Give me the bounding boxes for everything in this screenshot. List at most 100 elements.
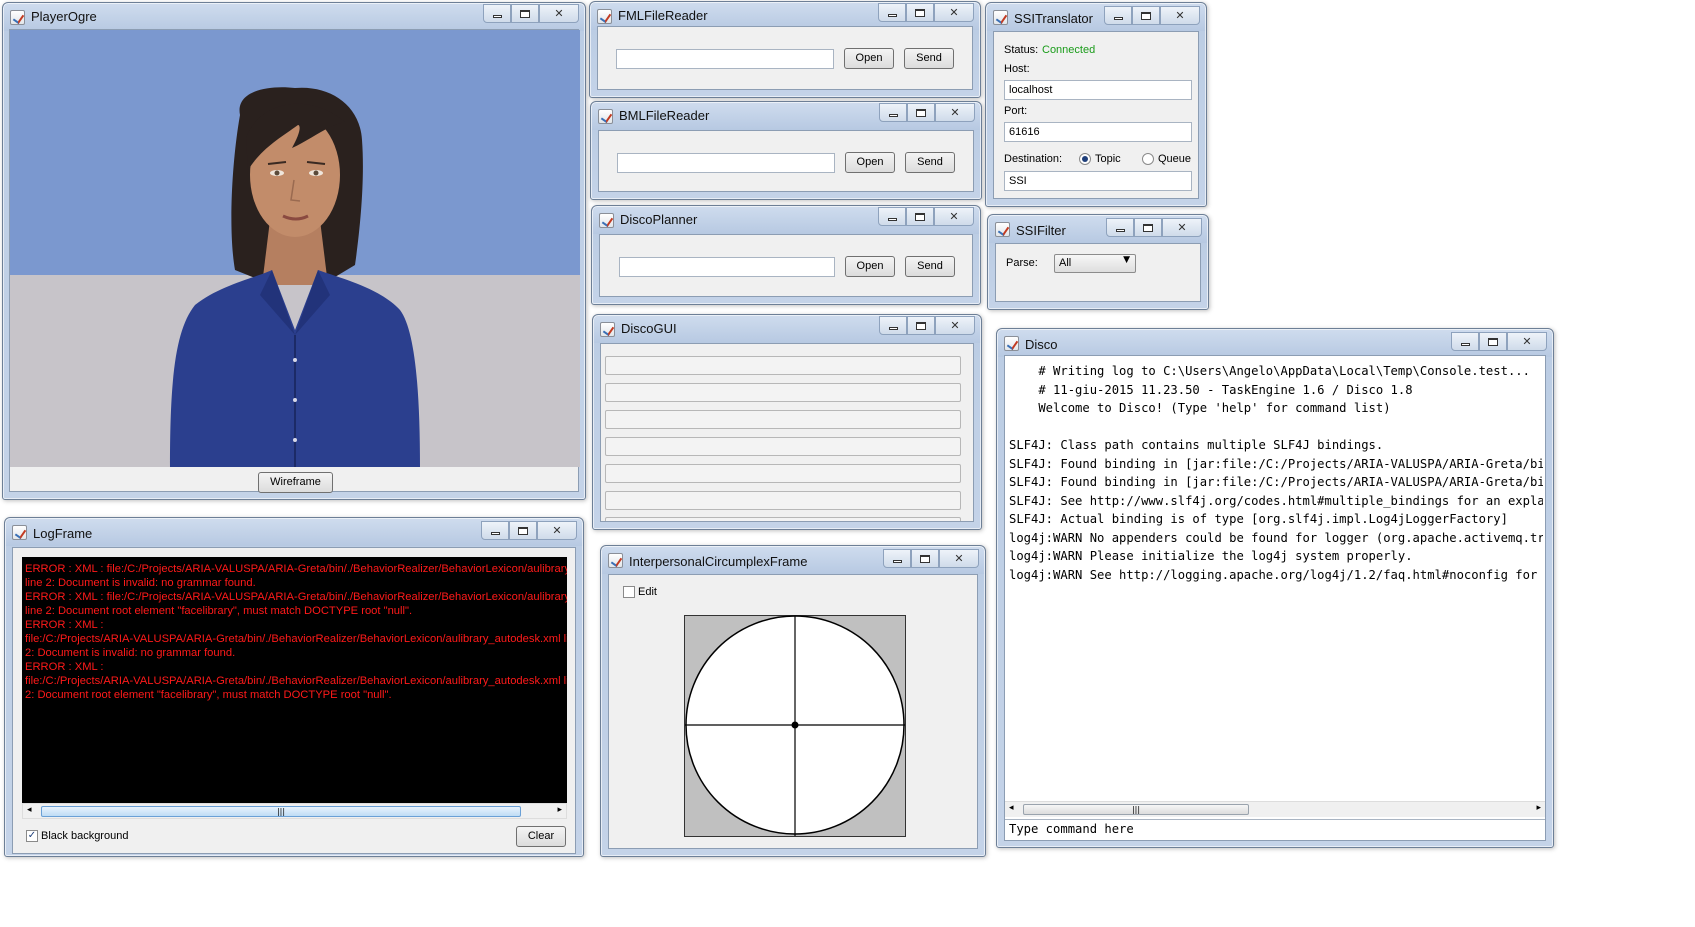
maximize-button[interactable] <box>1134 218 1162 237</box>
scroll-left-icon[interactable]: ◂ <box>1009 803 1014 813</box>
title-bar[interactable]: PlayerOgre ✕ <box>3 3 585 31</box>
option-row[interactable] <box>605 517 961 521</box>
maximize-button[interactable] <box>1132 6 1160 25</box>
minimize-button[interactable] <box>878 207 906 226</box>
option-row[interactable] <box>605 437 961 456</box>
interpersonal-circumplex-window: InterpersonalCircumplexFrame ✕ Edit <box>600 545 986 857</box>
close-button[interactable]: ✕ <box>1162 218 1202 237</box>
option-row[interactable] <box>605 464 961 483</box>
send-button[interactable]: Send <box>905 256 955 277</box>
window-title: DiscoPlanner <box>620 212 698 227</box>
option-row[interactable] <box>605 356 961 375</box>
maximize-button[interactable] <box>911 549 939 568</box>
close-icon: ✕ <box>1177 221 1187 234</box>
player-ogre-window: PlayerOgre ✕ Wireframe <box>2 2 586 500</box>
maximize-button[interactable] <box>511 4 539 23</box>
parse-select[interactable]: All ▼ <box>1054 254 1136 273</box>
close-button[interactable]: ✕ <box>537 521 577 540</box>
log-line: 2: Document root element "facelibrary", … <box>25 689 392 701</box>
avatar-viewport[interactable] <box>10 30 580 467</box>
console-line: log4j:WARN See http://logging.apache.org… <box>1009 567 1538 582</box>
maximize-button[interactable] <box>1479 332 1507 351</box>
parse-label: Parse: <box>1006 257 1038 269</box>
minimize-button[interactable] <box>883 549 911 568</box>
close-button[interactable]: ✕ <box>935 103 975 122</box>
horizontal-scrollbar[interactable]: ◂ ||| ▸ <box>22 803 567 819</box>
disco-planner-input[interactable] <box>619 257 835 277</box>
minimize-button[interactable] <box>1106 218 1134 237</box>
window-title: Disco <box>1025 337 1058 352</box>
title-bar[interactable]: SSITranslator ✕ <box>986 3 1206 31</box>
scrollbar-thumb[interactable]: ||| <box>1023 804 1249 815</box>
title-bar[interactable]: DiscoGUI ✕ <box>593 315 981 343</box>
minimize-button[interactable] <box>1451 332 1479 351</box>
title-bar[interactable]: LogFrame ✕ <box>5 518 583 546</box>
scroll-left-icon[interactable]: ◂ <box>27 805 32 815</box>
window-title: DiscoGUI <box>621 321 677 336</box>
open-button[interactable]: Open <box>845 152 895 173</box>
maximize-button[interactable] <box>906 3 934 22</box>
console-line: log4j:WARN No appenders could be found f… <box>1009 530 1543 545</box>
console-line: log4j:WARN Please initialize the log4j s… <box>1009 549 1413 563</box>
title-bar[interactable]: SSIFilter ✕ <box>988 215 1208 243</box>
disco-gui-window: DiscoGUI ✕ <box>592 314 982 530</box>
close-button[interactable]: ✕ <box>935 316 975 335</box>
minimize-button[interactable] <box>878 3 906 22</box>
open-button[interactable]: Open <box>844 48 894 69</box>
client-area: Open Send <box>597 26 973 90</box>
fml-file-path-input[interactable] <box>616 49 834 69</box>
title-bar[interactable]: InterpersonalCircumplexFrame ✕ <box>601 546 985 574</box>
open-button[interactable]: Open <box>845 256 895 277</box>
maximize-button[interactable] <box>906 207 934 226</box>
close-icon: ✕ <box>954 552 964 565</box>
wireframe-button[interactable]: Wireframe <box>258 472 333 493</box>
scroll-right-icon[interactable]: ▸ <box>557 805 562 815</box>
bml-file-path-input[interactable] <box>617 153 835 173</box>
edit-checkbox[interactable] <box>623 586 635 598</box>
clear-button[interactable]: Clear <box>516 826 566 847</box>
command-input[interactable]: Type command here <box>1005 819 1545 839</box>
log-line: line 2: Document root element "facelibra… <box>25 605 413 617</box>
maximize-icon <box>920 554 930 563</box>
minimize-button[interactable] <box>879 316 907 335</box>
close-button[interactable]: ✕ <box>934 3 974 22</box>
scrollbar-thumb[interactable]: ||| <box>41 806 521 817</box>
java-cup-icon <box>10 10 25 25</box>
minimize-icon <box>888 114 898 117</box>
maximize-button[interactable] <box>907 316 935 335</box>
title-bar[interactable]: Disco ✕ <box>997 329 1553 357</box>
java-cup-icon <box>597 9 612 24</box>
option-row[interactable] <box>605 383 961 402</box>
close-button[interactable]: ✕ <box>934 207 974 226</box>
option-row[interactable] <box>605 410 961 429</box>
title-bar[interactable]: DiscoPlanner ✕ <box>592 206 980 234</box>
minimize-button[interactable] <box>1104 6 1132 25</box>
send-button[interactable]: Send <box>905 152 955 173</box>
maximize-button[interactable] <box>509 521 537 540</box>
close-button[interactable]: ✕ <box>1160 6 1200 25</box>
option-row[interactable] <box>605 491 961 510</box>
player-client: Wireframe <box>9 29 580 493</box>
title-bar[interactable]: BMLFileReader ✕ <box>591 102 981 130</box>
minimize-button[interactable] <box>481 521 509 540</box>
host-input[interactable]: localhost <box>1004 80 1192 100</box>
close-button[interactable]: ✕ <box>539 4 579 23</box>
destination-input[interactable]: SSI <box>1004 171 1192 191</box>
close-button[interactable]: ✕ <box>939 549 979 568</box>
horizontal-scrollbar[interactable]: ◂ ||| ▸ <box>1005 801 1545 817</box>
topic-radio[interactable] <box>1079 153 1091 165</box>
window-title: InterpersonalCircumplexFrame <box>629 554 808 569</box>
maximize-button[interactable] <box>907 103 935 122</box>
console-line: SLF4J: Class path contains multiple SLF4… <box>1009 438 1384 452</box>
queue-radio[interactable] <box>1142 153 1154 165</box>
black-background-checkbox[interactable] <box>26 830 38 842</box>
client-area <box>600 343 974 522</box>
scroll-right-icon[interactable]: ▸ <box>1536 803 1541 813</box>
circumplex-canvas[interactable] <box>684 615 906 837</box>
send-button[interactable]: Send <box>904 48 954 69</box>
close-button[interactable]: ✕ <box>1507 332 1547 351</box>
minimize-button[interactable] <box>879 103 907 122</box>
minimize-button[interactable] <box>483 4 511 23</box>
minimize-icon <box>1115 229 1125 232</box>
port-input[interactable]: 61616 <box>1004 122 1192 142</box>
